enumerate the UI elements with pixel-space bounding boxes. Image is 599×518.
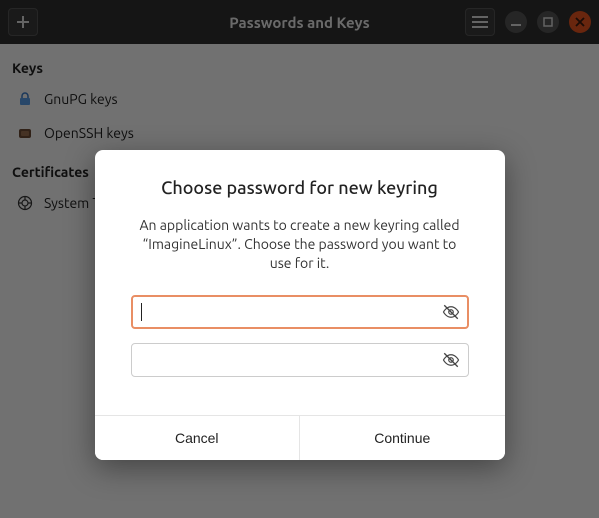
dialog-button-row: Cancel Continue [95,415,505,460]
dialog-title: Choose password for new keyring [131,178,469,198]
toggle-password-visibility-button[interactable] [437,298,465,326]
password-row [131,295,469,329]
eye-off-icon [442,351,460,369]
password-input[interactable] [131,295,469,329]
text-caret [141,303,142,321]
continue-button[interactable]: Continue [299,416,505,460]
confirm-password-row [131,343,469,377]
passwords-and-keys-window: Passwords and Keys Keys GnuPG keys [0,0,599,518]
dialog-description: An application wants to create a new key… [131,216,469,273]
new-keyring-password-dialog: Choose password for new keyring An appli… [95,150,505,460]
cancel-button[interactable]: Cancel [95,416,300,460]
eye-off-icon [442,303,460,321]
modal-overlay: Choose password for new keyring An appli… [0,0,599,518]
toggle-confirm-visibility-button[interactable] [437,346,465,374]
confirm-password-input[interactable] [131,343,469,377]
